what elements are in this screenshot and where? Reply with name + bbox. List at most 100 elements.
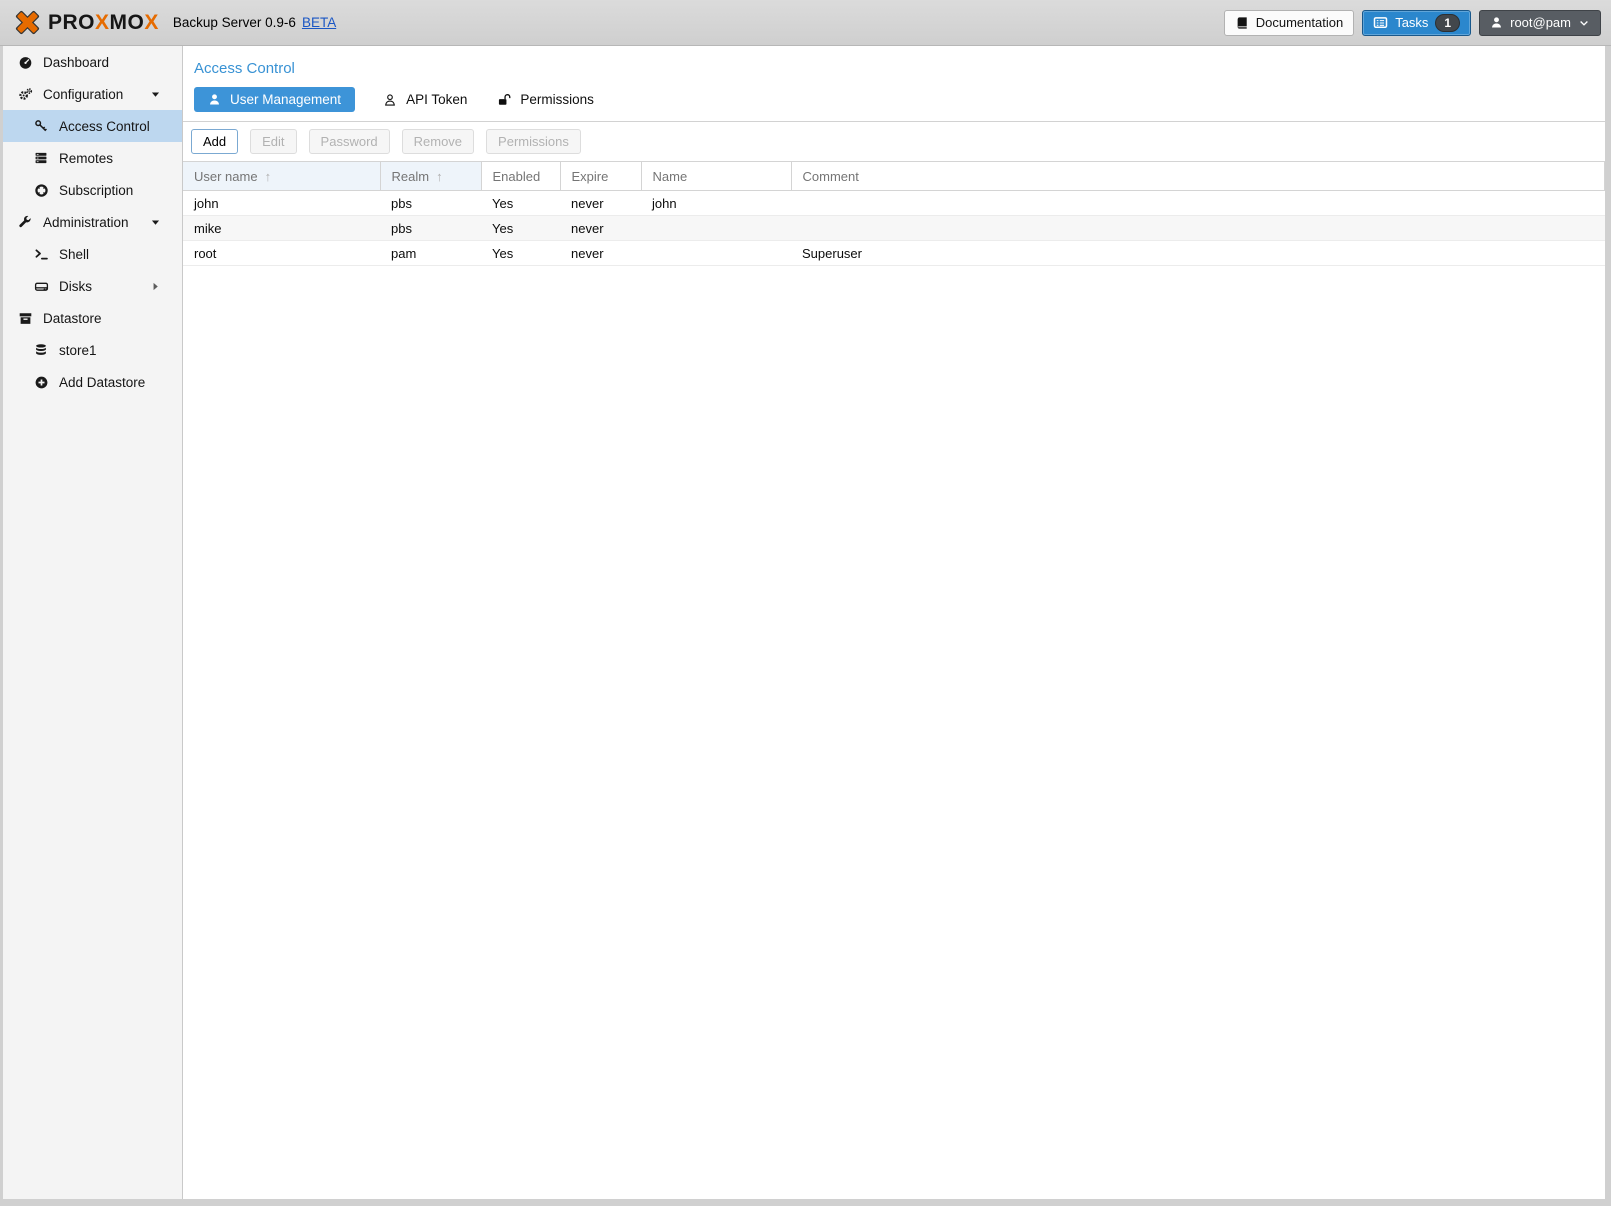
table-row[interactable]: mikepbsYesnever [183,216,1605,241]
add-button[interactable]: Add [191,129,238,154]
documentation-label: Documentation [1256,15,1343,30]
remove-button[interactable]: Remove [402,129,474,154]
cell-realm[interactable]: pbs [380,216,481,241]
column-header-username[interactable]: User name↑ [183,162,380,191]
cell-expire[interactable]: never [560,241,641,266]
wordmark-segment: X [144,11,159,34]
cell-realm[interactable]: pbs [380,191,481,216]
main-panel: Access Control User Management API Token P… [183,46,1605,1199]
user-icon [1490,16,1503,29]
caret-down-icon[interactable] [145,88,165,101]
sidebar-item-store1[interactable]: store1 [3,334,182,366]
column-label: Realm [392,169,430,184]
cell-enabled[interactable]: Yes [481,241,560,266]
sidebar-item-label: Datastore [43,311,102,326]
sidebar-item-label: Shell [59,247,89,262]
sidebar-item-label: Administration [43,215,129,230]
page-title: Access Control [183,46,1605,77]
toolbar: Add Edit Password Remove Permissions [183,122,1605,161]
cell-comment[interactable] [791,216,1605,241]
caret-down-icon[interactable] [145,216,165,229]
database-icon [31,343,51,357]
sidebar-item-datastore[interactable]: Datastore [3,302,182,334]
cell-username[interactable]: root [183,241,380,266]
wrench-icon [15,215,35,229]
content-area: Dashboard Configuration Access Control Remo… [3,46,1605,1199]
column-label: Name [653,169,688,184]
plus-circle-icon [31,375,51,390]
tab-label: Permissions [520,92,594,107]
cell-username[interactable]: mike [183,216,380,241]
sidebar-item-subscription[interactable]: Subscription [3,174,182,206]
column-label: Expire [572,169,609,184]
sidebar-item-configuration[interactable]: Configuration [3,78,182,110]
sidebar-item-administration[interactable]: Administration [3,206,182,238]
caret-right-icon[interactable] [145,280,165,293]
archive-icon [15,311,35,326]
server-icon [31,151,51,165]
edit-button[interactable]: Edit [250,129,296,154]
sidebar-item-shell[interactable]: Shell [3,238,182,270]
chevron-down-icon [1578,17,1590,29]
cell-name[interactable] [641,241,791,266]
beta-link[interactable]: BETA [302,15,336,30]
cell-enabled[interactable]: Yes [481,216,560,241]
tab-user-management[interactable]: User Management [194,87,355,112]
cell-enabled[interactable]: Yes [481,191,560,216]
tab-label: API Token [406,92,467,107]
sidebar-item-access-control[interactable]: Access Control [3,110,182,142]
wordmark-segment: PRO [48,11,95,34]
sidebar-item-label: Access Control [59,119,150,134]
column-label: Enabled [493,169,541,184]
support-icon [31,183,51,198]
key-icon [31,119,51,133]
user-outline-icon [383,93,397,107]
cell-expire[interactable]: never [560,216,641,241]
column-header-realm[interactable]: Realm ↑ [380,162,481,191]
cell-realm[interactable]: pam [380,241,481,266]
table-row[interactable]: rootpamYesnever Superuser [183,241,1605,266]
column-header-comment[interactable]: Comment [791,162,1605,191]
cell-name[interactable] [641,216,791,241]
table-header-row: User name↑ Realm ↑ Enabled Expire Name Comment [183,162,1605,191]
sidebar-item-label: Dashboard [43,55,109,70]
wordmark-segment: X [95,11,110,34]
topbar-buttons: Documentation Tasks1 root@pam [1216,10,1601,36]
tab-bar: User Management API Token Permissions [183,77,1605,122]
sidebar-item-add-datastore[interactable]: Add Datastore [3,366,182,398]
column-header-name[interactable]: Name [641,162,791,191]
unlock-icon [497,93,511,107]
sidebar-item-disks[interactable]: Disks [3,270,182,302]
sort-asc-icon: ↑ [436,169,443,184]
column-label: Comment [803,169,859,184]
user-menu-label: root@pam [1510,15,1571,30]
sidebar-item-label: store1 [59,343,97,358]
password-button[interactable]: Password [309,129,390,154]
proxmox-logo-icon [13,8,42,37]
tachometer-icon [15,55,35,70]
table-row[interactable]: johnpbsYesneverjohn [183,191,1605,216]
tasks-button[interactable]: Tasks1 [1362,10,1471,36]
tab-label: User Management [230,92,341,107]
tab-permissions[interactable]: Permissions [495,87,596,112]
topbar: PROXMOX Backup Server 0.9-6 BETA Documen… [0,0,1611,46]
proxmox-wordmark: PROXMOX [48,11,159,35]
sidebar-item-dashboard[interactable]: Dashboard [3,46,182,78]
sidebar-item-label: Subscription [59,183,133,198]
user-menu-button[interactable]: root@pam [1479,10,1601,36]
cell-username[interactable]: john [183,191,380,216]
user-icon [208,93,221,106]
column-header-enabled[interactable]: Enabled [481,162,560,191]
cell-comment[interactable] [791,191,1605,216]
cell-name[interactable]: john [641,191,791,216]
sidebar-item-label: Configuration [43,87,123,102]
permissions-button[interactable]: Permissions [486,129,581,154]
tasks-badge: 1 [1435,14,1460,32]
column-header-expire[interactable]: Expire [560,162,641,191]
documentation-button[interactable]: Documentation [1224,10,1354,36]
cell-comment[interactable]: Superuser [791,241,1605,266]
task-list-icon [1373,15,1388,30]
cell-expire[interactable]: never [560,191,641,216]
sidebar-item-remotes[interactable]: Remotes [3,142,182,174]
tab-api-token[interactable]: API Token [381,87,469,112]
